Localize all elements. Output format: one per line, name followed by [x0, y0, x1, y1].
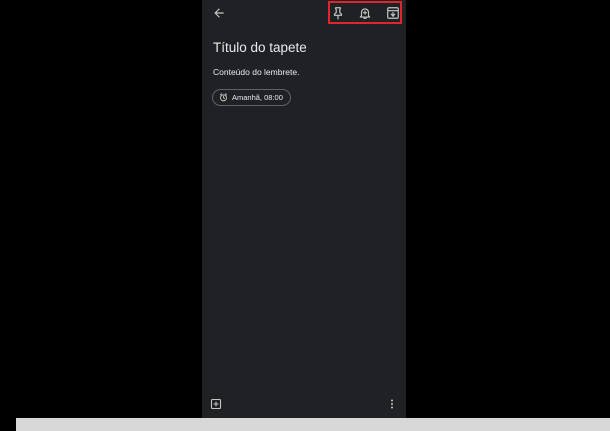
note-body[interactable]: Conteúdo do lembrete.	[213, 67, 299, 77]
bell-plus-icon	[359, 8, 371, 19]
add-box-icon	[210, 398, 222, 410]
note-editor-screen: Título do tapete Conteúdo do lembrete. A…	[202, 0, 406, 418]
more-vert-icon	[391, 399, 393, 409]
add-reminder-button[interactable]	[356, 4, 374, 22]
pin-button[interactable]	[329, 4, 347, 22]
more-options-button[interactable]	[386, 397, 398, 411]
archive-button[interactable]	[384, 4, 402, 22]
arrow-left-icon	[214, 8, 224, 18]
alarm-clock-icon	[220, 93, 227, 102]
reminder-label: Amanhã, 08:00	[232, 93, 283, 102]
back-button[interactable]	[210, 4, 228, 22]
note-title[interactable]: Título do tapete	[213, 40, 307, 55]
add-content-button[interactable]	[209, 397, 223, 411]
pin-icon	[333, 7, 343, 20]
bottom-border-strip	[16, 418, 610, 431]
archive-icon	[387, 7, 399, 19]
reminder-chip[interactable]: Amanhã, 08:00	[212, 89, 291, 106]
